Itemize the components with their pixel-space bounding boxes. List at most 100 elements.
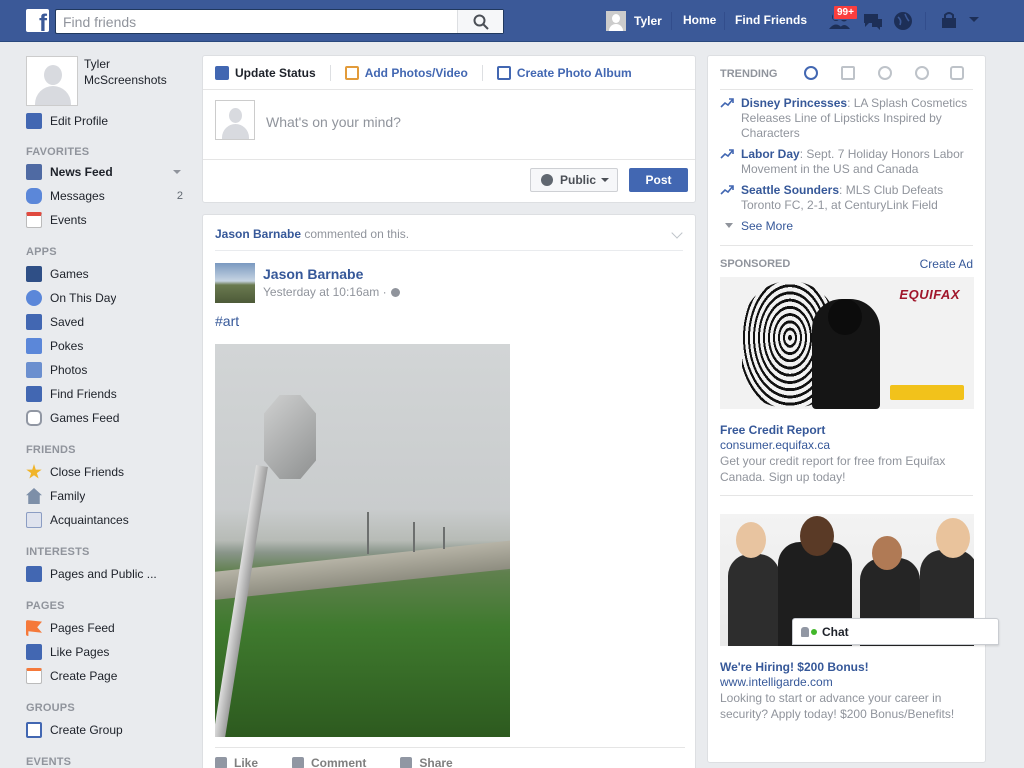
science-tech-gear-icon[interactable] [878, 66, 892, 80]
chat-tab[interactable]: Chat [792, 618, 999, 645]
avatar [606, 11, 626, 31]
sidebar-item-news-feed[interactable]: News Feed [26, 160, 191, 184]
sidebar-item-games-feed[interactable]: Games Feed [26, 406, 191, 430]
tab-add-photos-video[interactable]: Add Photos/Video [344, 65, 468, 80]
sidebar-item-saved[interactable]: Saved [26, 310, 191, 334]
sidebar-item-create-group[interactable]: Create Group [26, 718, 191, 742]
sidebar-item-close-friends[interactable]: Close Friends [26, 460, 191, 484]
messages-icon[interactable] [862, 11, 884, 31]
edit-profile-link[interactable]: Edit Profile [26, 109, 191, 133]
like-label: Like [234, 755, 259, 768]
profile-picture[interactable] [26, 56, 78, 106]
tab-label: Create Photo Album [516, 65, 632, 80]
messages-count: 2 [176, 190, 183, 202]
pencil-icon [215, 65, 229, 80]
ad-image[interactable]: EQUIFAX [720, 277, 974, 409]
sidebar-item-label: Pages and Public ... [50, 567, 157, 581]
sidebar-item-label: News Feed [50, 165, 113, 179]
composer-body: What's on your mind? [203, 90, 695, 160]
trending-item[interactable]: Labor Day: Sept. 7 Holiday Honors Labor … [720, 147, 973, 177]
sidebar-item-on-this-day[interactable]: On This Day [26, 286, 191, 310]
create-ad-link[interactable]: Create Ad [920, 257, 973, 271]
trending-arrow-icon [720, 185, 734, 195]
see-more-link[interactable]: See More [720, 219, 973, 237]
sidebar-item-events[interactable]: Events [26, 208, 191, 232]
news-feed-icon [26, 164, 42, 180]
ad-title[interactable]: We're Hiring! $200 Bonus! [720, 660, 973, 674]
story-actor-link[interactable]: Jason Barnabe [215, 227, 301, 241]
trending-header: TRENDING [720, 56, 973, 90]
composer-footer: Public Post [203, 160, 695, 202]
sidebar-item-label: Family [50, 489, 86, 503]
news-feed-options-caret-icon[interactable] [173, 170, 181, 174]
sidebar-item-label: On This Day [50, 291, 117, 305]
like-button[interactable]: Like [215, 756, 258, 768]
post-button[interactable]: Post [629, 168, 688, 192]
notifications-globe-icon[interactable] [893, 11, 913, 31]
sidebar-item-pokes[interactable]: Pokes [26, 334, 191, 358]
sidebar-item-messages[interactable]: Messages 2 [26, 184, 191, 208]
nav-profile-link[interactable]: Tyler [606, 10, 662, 32]
status-input[interactable]: What's on your mind? [266, 114, 401, 130]
facebook-logo[interactable]: f [26, 9, 49, 32]
section-apps: APPS [26, 246, 57, 258]
ad-url[interactable]: www.intelligarde.com [720, 675, 973, 689]
profile-name[interactable]: Tyler McScreenshots [84, 56, 184, 88]
post-photo[interactable] [215, 344, 510, 737]
photo-icon [344, 65, 359, 80]
on-this-day-icon [26, 290, 42, 306]
author-avatar[interactable] [215, 263, 255, 303]
section-friends: FRIENDS [26, 444, 76, 456]
audience-selector-button[interactable]: Public [530, 168, 618, 192]
sidebar-item-acquaintances[interactable]: Acquaintances [26, 508, 191, 532]
photos-icon [26, 362, 42, 378]
tab-divider [329, 64, 331, 81]
masked-figure-graphic [812, 299, 880, 409]
entertainment-icon[interactable] [950, 66, 964, 80]
ad-title[interactable]: Free Credit Report [720, 423, 973, 437]
family-icon [26, 488, 42, 504]
post-hashtag-link[interactable]: #art [215, 313, 683, 337]
top-navigation-bar: f Tyler Home Find Friends 99+ [0, 0, 1024, 42]
post-options-chevron-icon[interactable] [671, 227, 683, 239]
sidebar-item-pages-feed[interactable]: Pages Feed [26, 616, 191, 640]
star-icon [26, 464, 42, 479]
nav-divider [724, 12, 725, 30]
sidebar-item-games[interactable]: Games [26, 262, 191, 286]
share-button[interactable]: Share [400, 756, 453, 768]
search-box [55, 9, 504, 34]
privacy-shortcuts-icon[interactable] [940, 11, 958, 31]
nav-home-link[interactable]: Home [683, 13, 716, 27]
post-timestamp[interactable]: Yesterday at 10:16am · [263, 285, 400, 299]
comment-button[interactable]: Comment [292, 756, 366, 768]
sidebar-item-create-page[interactable]: Create Page [26, 664, 191, 688]
search-input[interactable] [56, 10, 456, 33]
search-button[interactable] [457, 10, 503, 33]
sports-ball-icon[interactable] [915, 66, 929, 80]
sidebar-item-find-friends[interactable]: Find Friends [26, 382, 191, 406]
sidebar-profile[interactable]: Tyler McScreenshots [26, 56, 191, 106]
nav-divider [925, 12, 926, 30]
ad-url[interactable]: consumer.equifax.ca [720, 438, 973, 452]
tab-create-photo-album[interactable]: Create Photo Album [496, 65, 632, 80]
post-author-link[interactable]: Jason Barnabe [263, 266, 363, 282]
trending-item[interactable]: Disney Princesses: LA Splash Cosmetics R… [720, 96, 973, 141]
account-menu-chevron-down-icon[interactable] [968, 15, 980, 25]
sidebar-item-pages-and-public[interactable]: Pages and Public ... [26, 562, 191, 586]
photo-sign-post [215, 465, 268, 737]
politics-icon[interactable] [841, 66, 855, 80]
trending-item[interactable]: Seattle Sounders: MLS Club Defeats Toron… [720, 183, 973, 213]
sidebar-item-like-pages[interactable]: Like Pages [26, 640, 191, 664]
tab-update-status[interactable]: Update Status [215, 65, 316, 80]
flag-icon [26, 620, 42, 636]
nav-divider [671, 12, 672, 30]
sidebar-item-label: Like Pages [50, 645, 110, 659]
ad-unit[interactable]: EQUIFAX Free Credit Report consumer.equi… [720, 277, 974, 496]
sidebar-item-photos[interactable]: Photos [26, 358, 191, 382]
nav-find-friends-link[interactable]: Find Friends [735, 13, 807, 27]
trending-top-icon[interactable] [804, 66, 818, 80]
sidebar-item-label: Games Feed [50, 411, 120, 425]
tab-divider [481, 64, 483, 81]
edit-profile-label: Edit Profile [50, 114, 109, 128]
sidebar-item-family[interactable]: Family [26, 484, 191, 508]
